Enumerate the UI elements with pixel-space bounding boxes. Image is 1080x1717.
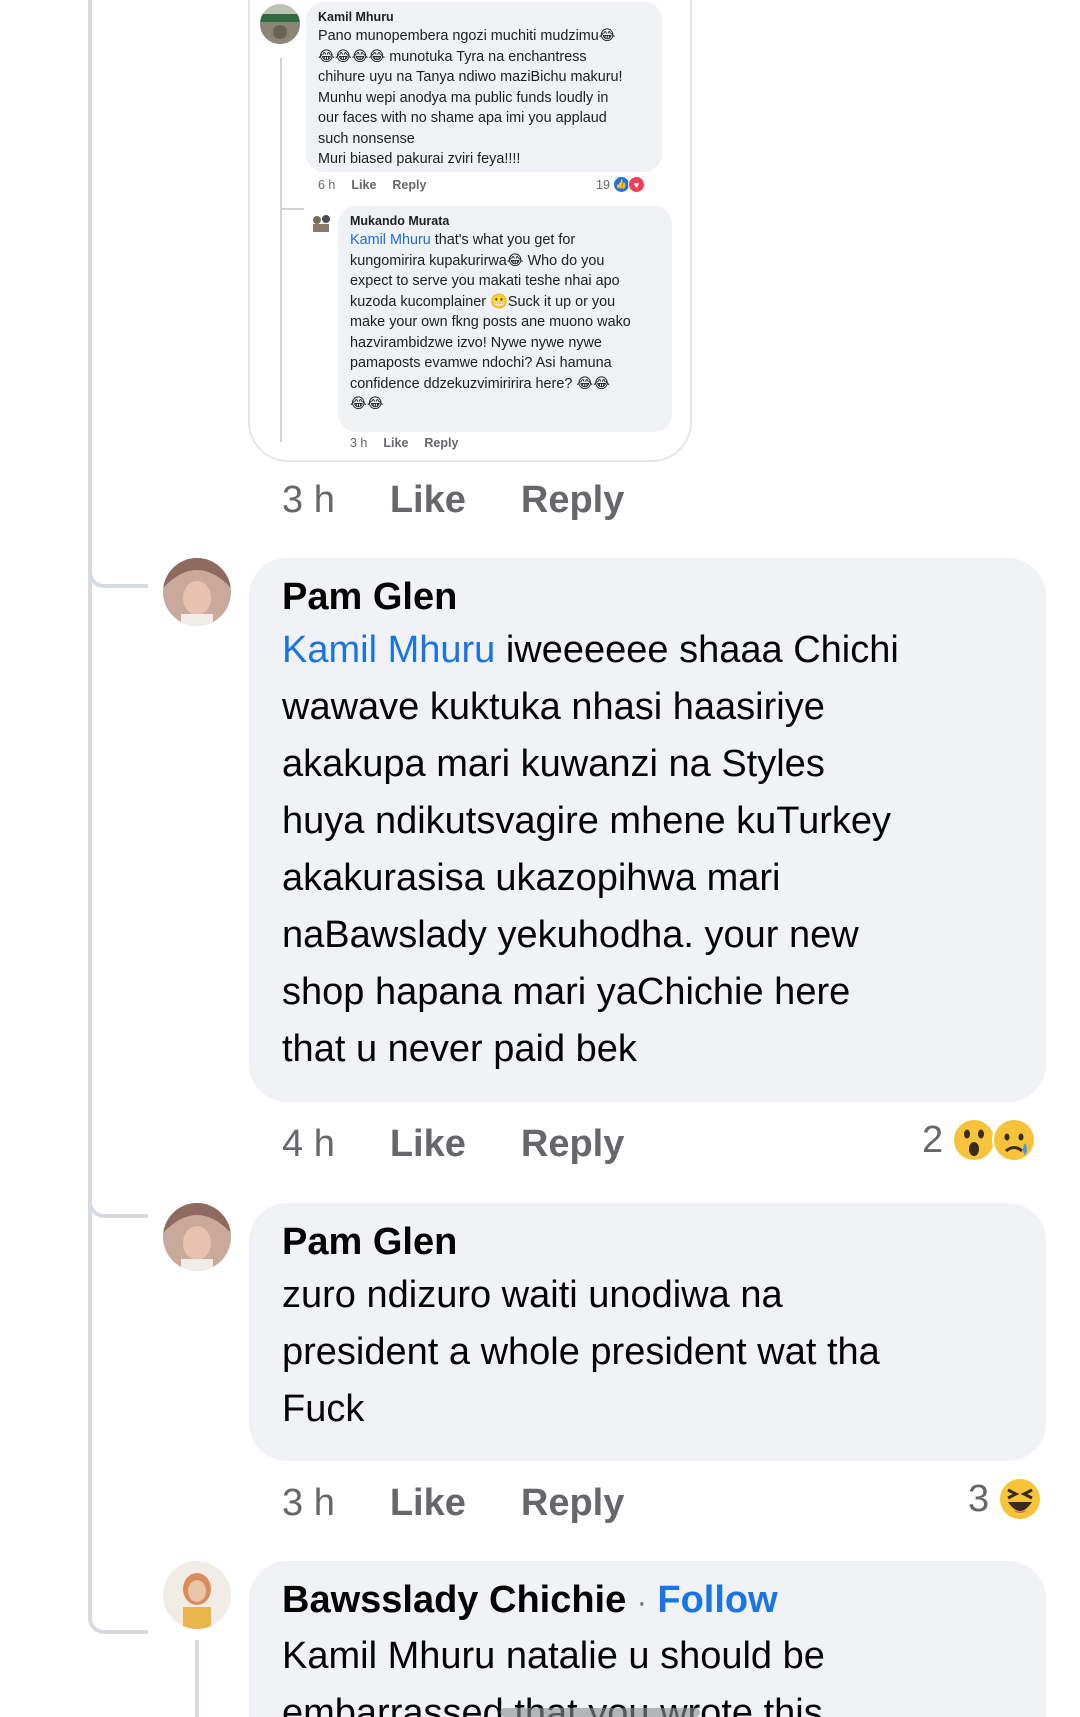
like-button[interactable]: Like bbox=[390, 1482, 466, 1525]
comment-bubble-1: Pam Glen Kamil Mhuru iweeeeee shaaa Chic… bbox=[249, 558, 1046, 1102]
comment-author[interactable]: Bawsslady Chichie bbox=[282, 1579, 626, 1621]
love-reaction-icon: ♥ bbox=[627, 176, 645, 193]
laugh-emoji-icon: 😂😂 bbox=[576, 375, 610, 392]
comment-text: zuro ndizuro waiti unodiwa na president … bbox=[282, 1274, 880, 1430]
reply-button[interactable]: Reply bbox=[521, 1482, 624, 1525]
comment-text: Kamil Mhuru iweeeeee shaaa Chichi wawave… bbox=[282, 629, 899, 1070]
separator-dot: · bbox=[636, 1586, 647, 1619]
embed-thread-line bbox=[280, 58, 282, 442]
embed-comment-meta-2: 3 h Like Reply bbox=[350, 436, 459, 450]
embed-comment-text: Pano munopembera ngozi muchiti mudzimu😂 … bbox=[318, 28, 623, 167]
embed-comment-bubble-1: Kamil Mhuru Pano munopembera ngozi muchi… bbox=[306, 2, 662, 172]
reply-button[interactable]: Reply bbox=[521, 479, 624, 522]
laugh-emoji-icon: 😂 bbox=[506, 252, 524, 269]
embed-comment-author[interactable]: Mukando Murata bbox=[350, 212, 660, 230]
embed-reply-link[interactable]: Reply bbox=[424, 436, 458, 450]
comment-author[interactable]: Pam Glen bbox=[282, 1217, 1014, 1267]
comment-author-row: Bawsslady Chichie · Follow bbox=[282, 1575, 1014, 1628]
avatar-bawsslady-chichie[interactable] bbox=[163, 1561, 231, 1629]
reply-button[interactable]: Reply bbox=[521, 1123, 624, 1166]
grimace-emoji-icon: 😬 bbox=[490, 293, 508, 310]
embed-comment-text: Kamil Mhuru that's what you get for kung… bbox=[350, 232, 631, 412]
avatar-kamil-mhuru[interactable] bbox=[260, 4, 300, 44]
laugh-emoji-icon: 😂😂😂😂 bbox=[318, 48, 386, 65]
comment-text: Kamil Mhuru natalie u should be embarras… bbox=[282, 1635, 825, 1717]
thread-elbow-2 bbox=[88, 1150, 148, 1218]
embed-comment-meta-1: 6 h Like Reply bbox=[318, 178, 427, 192]
haha-reaction-icon bbox=[998, 1477, 1043, 1521]
comment-bubble-3: Bawsslady Chichie · Follow Kamil Mhuru n… bbox=[249, 1561, 1046, 1717]
comment-bubble-2: Pam Glen zuro ndizuro waiti unodiwa na p… bbox=[249, 1203, 1046, 1461]
follow-button[interactable]: Follow bbox=[657, 1579, 777, 1621]
reaction-summary-2[interactable]: 3 bbox=[968, 1474, 1043, 1524]
thread-elbow-3 bbox=[88, 1566, 148, 1634]
embed-reactions-1[interactable]: 19 👍 ♥ bbox=[596, 176, 645, 193]
embedded-screenshot: Kamil Mhuru Pano munopembera ngozi muchi… bbox=[248, 0, 692, 462]
embed-thread-elbow bbox=[280, 208, 304, 210]
avatar-mukando-murata[interactable] bbox=[308, 210, 334, 236]
scroll-indicator[interactable] bbox=[500, 1708, 700, 1717]
comment-actions-1: 4 h Like Reply bbox=[282, 1122, 625, 1166]
embed-reply-link[interactable]: Reply bbox=[392, 178, 426, 192]
avatar-pam-glen[interactable] bbox=[163, 1203, 231, 1271]
mention-link[interactable]: Kamil Mhuru bbox=[350, 232, 431, 248]
sad-reaction-icon bbox=[992, 1118, 1037, 1162]
embed-comment-bubble-2: Mukando Murata Kamil Mhuru that's what y… bbox=[338, 206, 672, 432]
mention-link[interactable]: Kamil Mhuru bbox=[282, 629, 495, 671]
comment-author[interactable]: Pam Glen bbox=[282, 572, 1014, 622]
comment-actions-0: 3 h Like Reply bbox=[282, 478, 625, 522]
embed-comment-author[interactable]: Kamil Mhuru bbox=[318, 8, 650, 26]
laugh-emoji-icon: 😂 bbox=[598, 28, 616, 44]
comment-thread-page: Kamil Mhuru Pano munopembera ngozi muchi… bbox=[0, 0, 1080, 1717]
laugh-emoji-icon: 😂😂 bbox=[350, 396, 384, 412]
embed-like-link[interactable]: Like bbox=[383, 436, 408, 450]
thread-elbow-1 bbox=[88, 520, 148, 588]
comment-actions-2: 3 h Like Reply bbox=[282, 1481, 625, 1525]
like-button[interactable]: Like bbox=[390, 1123, 466, 1166]
reaction-summary-1[interactable]: 2 bbox=[922, 1115, 1037, 1165]
like-button[interactable]: Like bbox=[390, 479, 466, 522]
avatar-pam-glen[interactable] bbox=[163, 558, 231, 626]
thread-line-reply bbox=[195, 1640, 199, 1717]
embed-like-link[interactable]: Like bbox=[351, 178, 376, 192]
thread-line-outer bbox=[88, 0, 92, 1580]
